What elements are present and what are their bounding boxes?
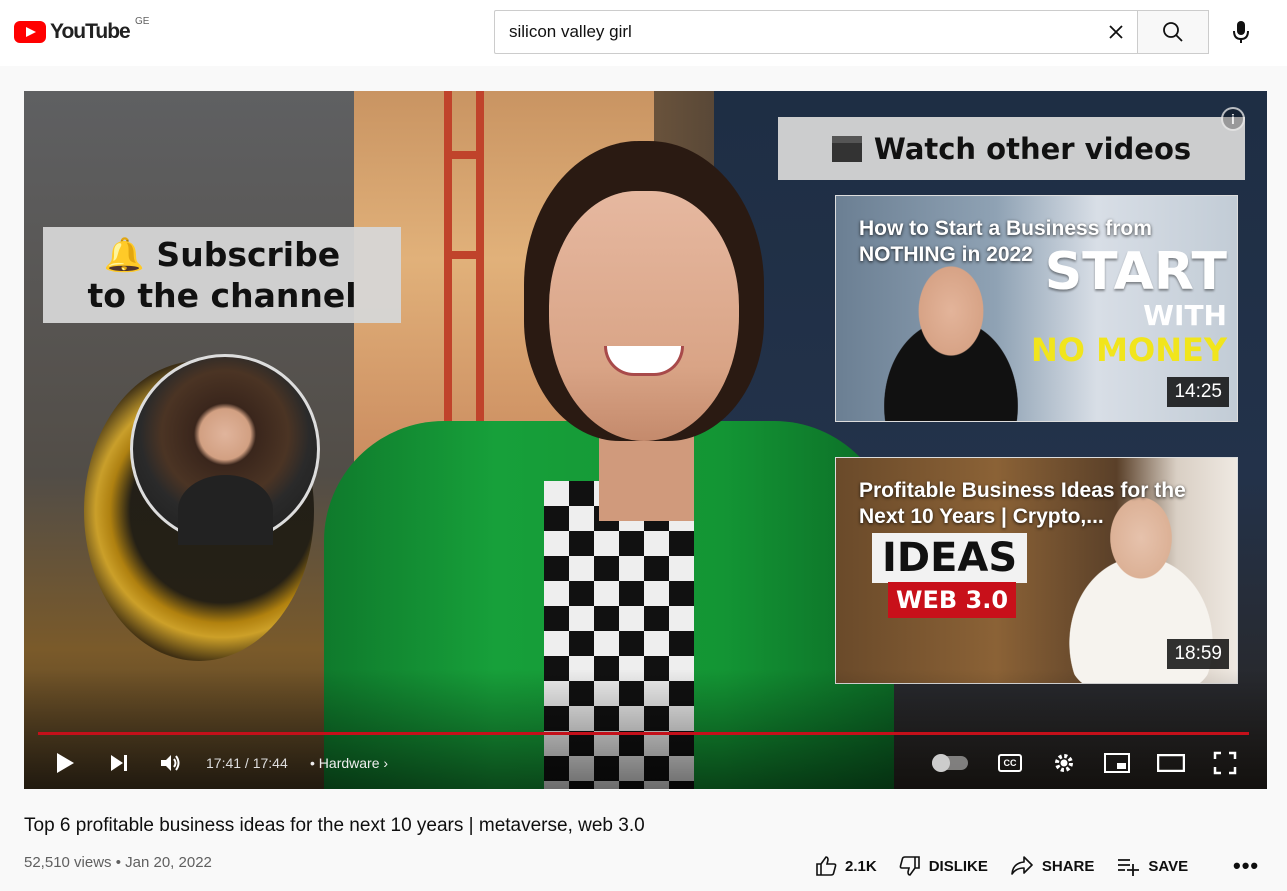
endcard-1-duration: 14:25 xyxy=(1167,377,1229,407)
video-player[interactable]: 🔔 Subscribe to the channel Watch other v… xyxy=(24,91,1267,789)
info-icon[interactable]: i xyxy=(1221,107,1245,131)
like-button[interactable]: 2.1K xyxy=(815,855,877,877)
endcard-2-big-1: IDEAS xyxy=(872,533,1028,583)
time-display: 17:41 / 17:44 xyxy=(206,755,288,771)
endcard-1-big-3: NO MONEY xyxy=(1031,331,1227,369)
volume-icon[interactable] xyxy=(158,751,184,775)
save-label: SAVE xyxy=(1148,857,1189,875)
share-icon xyxy=(1011,856,1033,875)
chapter-label: • Hardware xyxy=(310,755,380,771)
video-frame-bridge xyxy=(444,91,484,421)
chapter-title[interactable]: • Hardware › xyxy=(310,755,388,771)
share-button[interactable]: SHARE xyxy=(1010,855,1095,877)
next-icon[interactable] xyxy=(106,751,132,775)
save-button[interactable]: SAVE xyxy=(1116,855,1188,877)
search-box xyxy=(494,10,1137,54)
mic-icon xyxy=(1233,21,1249,43)
playlist-add-icon xyxy=(1118,859,1140,876)
video-title: Top 6 profitable business ideas for the … xyxy=(24,815,645,836)
endcard-2-title: Profitable Business Ideas for the Next 1… xyxy=(859,479,1186,528)
youtube-logo[interactable]: YouTube GE xyxy=(14,16,149,44)
thumbs-up-icon xyxy=(816,856,837,876)
like-count: 2.1K xyxy=(845,857,877,875)
endcard-1-big-2: WITH xyxy=(1143,299,1227,332)
masthead: YouTube GE xyxy=(0,0,1287,66)
endscreen-video-1[interactable]: START WITH NO MONEY How to Start a Busin… xyxy=(835,195,1238,422)
channel-avatar-endscreen[interactable] xyxy=(130,354,320,545)
autoplay-toggle[interactable] xyxy=(932,754,968,772)
player-controls: 17:41 / 17:44 • Hardware › CC xyxy=(24,743,1267,783)
watch-other-videos-label: Watch other videos xyxy=(873,131,1192,166)
endcard-1-person xyxy=(876,256,1026,421)
endscreen-video-2[interactable]: IDEAS WEB 3.0 Profitable Business Ideas … xyxy=(835,457,1238,684)
dislike-button[interactable]: DISLIKE xyxy=(899,855,988,877)
search-button[interactable] xyxy=(1137,10,1209,54)
share-label: SHARE xyxy=(1041,857,1095,875)
endcard-2-big-2: WEB 3.0 xyxy=(888,582,1017,618)
subscribe-line-2: to the channel xyxy=(87,276,357,315)
more-actions-icon[interactable]: ••• xyxy=(1233,855,1259,877)
logo-text: YouTube xyxy=(50,20,131,43)
miniplayer-icon[interactable] xyxy=(1103,751,1131,775)
watch-other-videos-overlay: Watch other videos xyxy=(778,117,1245,180)
country-code: GE xyxy=(135,16,150,27)
clear-icon[interactable] xyxy=(1105,21,1127,43)
video-actions: 2.1K DISLIKE SHARE SAVE xyxy=(815,852,1210,880)
endcard-2-duration: 18:59 xyxy=(1167,639,1229,669)
settings-gear-icon[interactable] xyxy=(1051,751,1077,775)
progress-bar[interactable] xyxy=(38,732,1249,735)
subscribe-overlay[interactable]: 🔔 Subscribe to the channel xyxy=(43,227,401,323)
theater-mode-icon[interactable] xyxy=(1157,751,1185,775)
subscribe-line-1: 🔔 Subscribe xyxy=(103,235,341,274)
video-meta: 52,510 views • Jan 20, 2022 xyxy=(24,854,212,871)
search-icon xyxy=(1163,22,1183,42)
thumbs-down-icon xyxy=(899,856,920,876)
play-icon[interactable] xyxy=(52,751,78,775)
voice-search-button[interactable] xyxy=(1226,16,1256,48)
video-frame-face xyxy=(549,191,739,441)
youtube-play-icon xyxy=(14,21,46,43)
clapperboard-icon xyxy=(831,135,862,162)
search-input[interactable] xyxy=(495,11,1075,53)
fullscreen-icon[interactable] xyxy=(1212,751,1238,775)
search-bar xyxy=(494,10,1209,54)
dislike-label: DISLIKE xyxy=(928,857,988,875)
endcard-1-title: How to Start a Business from NOTHING in … xyxy=(859,217,1152,266)
subtitles-icon[interactable]: CC xyxy=(998,754,1022,772)
